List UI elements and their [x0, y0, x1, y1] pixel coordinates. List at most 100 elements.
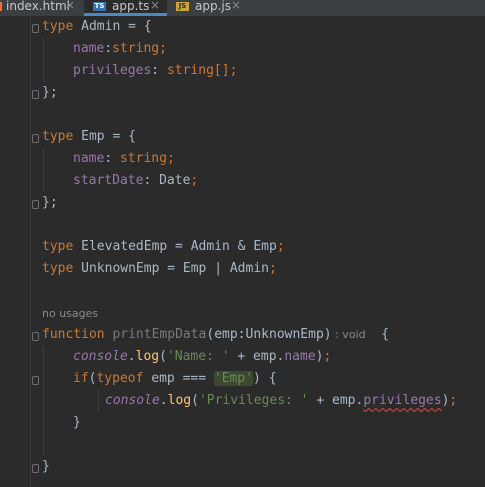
- punct: :: [143, 173, 160, 188]
- type-keyword: string: [119, 151, 167, 166]
- editor-tab-bar: index.html × TS app.ts × JS app.js ×: [0, 0, 485, 16]
- code-line: type Admin = {: [42, 16, 152, 38]
- paren: (: [159, 349, 167, 364]
- code-line: startDate: Date;: [73, 170, 198, 192]
- close-icon[interactable]: ×: [65, 0, 75, 11]
- code-line: console.log('Privileges: ' + emp.privile…: [105, 390, 457, 412]
- semicolon: ;: [268, 261, 277, 276]
- fold-marker-icon[interactable]: [32, 376, 39, 385]
- property-error: privileges: [363, 393, 442, 408]
- tab-index-html[interactable]: index.html ×: [0, 0, 76, 16]
- code-line: if(typeof emp === 'Emp') {: [73, 368, 277, 390]
- type-keyword: string: [112, 41, 160, 56]
- code-line: type Emp = {: [42, 126, 136, 148]
- code-line: }: [42, 456, 50, 478]
- fold-marker-icon[interactable]: [32, 464, 39, 473]
- semicolon: ;: [276, 239, 285, 254]
- closing-brace: }: [42, 459, 50, 474]
- string-literal: 'Name: ': [166, 349, 230, 364]
- gutter-divider: [30, 16, 31, 487]
- type-name: Admin = {: [73, 19, 152, 34]
- code-line: privileges: string[];: [73, 60, 237, 82]
- usages-hint[interactable]: no usages: [42, 305, 98, 323]
- keyword: function: [42, 327, 105, 342]
- fold-marker-icon[interactable]: [32, 24, 39, 33]
- code-line: type UnknownEmp = Emp | Admin;: [42, 258, 277, 280]
- property: startDate: [73, 173, 144, 188]
- code-line: type ElevatedEmp = Admin & Emp;: [42, 236, 285, 258]
- punct: :: [104, 41, 113, 56]
- type-name: Date: [159, 173, 191, 188]
- paren: ): [315, 349, 324, 364]
- punct: :: [104, 151, 120, 166]
- keyword: type: [42, 239, 74, 254]
- property: privileges: [73, 63, 152, 78]
- string-literal: 'Emp': [213, 371, 254, 386]
- keyword: if: [73, 371, 89, 386]
- dot: .: [127, 349, 136, 364]
- code-line: };: [42, 82, 58, 104]
- code-line: };: [42, 192, 58, 214]
- keyword: type: [42, 261, 74, 276]
- semicolon: ;: [190, 173, 199, 188]
- string-literal: 'Privileges: ': [198, 393, 309, 408]
- tab-label: app.ts: [112, 0, 150, 13]
- tab-label: index.html: [6, 0, 70, 13]
- fold-marker-icon[interactable]: [32, 332, 39, 341]
- keyword: type: [42, 19, 74, 34]
- method-name: log: [135, 349, 160, 364]
- method-name: log: [167, 393, 192, 408]
- paren: (: [191, 393, 199, 408]
- code-line: name: string;: [73, 148, 175, 170]
- fold-marker-icon[interactable]: [32, 90, 39, 99]
- indent-guide: [43, 148, 44, 192]
- semicolon: ;: [166, 151, 175, 166]
- property: name: [73, 151, 105, 166]
- code-line: console.log('Name: ' + emp.name);: [73, 346, 331, 368]
- code-line: }: [73, 412, 81, 434]
- close-icon[interactable]: ×: [150, 0, 160, 11]
- fold-marker-icon[interactable]: [32, 134, 39, 143]
- function-name: printEmpData: [104, 327, 207, 342]
- indent-guide: [98, 390, 99, 412]
- closing-brace: }: [73, 415, 81, 430]
- expression: + emp.: [229, 349, 285, 364]
- closing-brace: };: [42, 85, 58, 100]
- punct: :: [151, 63, 167, 78]
- tab-app-ts[interactable]: TS app.ts ×: [84, 0, 167, 16]
- html-file-icon: [0, 2, 2, 11]
- return-type-hint: : void: [331, 328, 366, 341]
- semicolon: ;: [159, 41, 167, 56]
- indent-guide: [43, 38, 44, 82]
- keyword: type: [42, 129, 74, 144]
- type-definition: ElevatedEmp = Admin & Emp: [73, 239, 277, 254]
- paren: ) {: [253, 371, 277, 386]
- console-object: console: [105, 393, 160, 408]
- tab-app-js[interactable]: JS app.js ×: [168, 0, 248, 16]
- js-file-icon: JS: [176, 2, 189, 11]
- fold-marker-icon[interactable]: [32, 200, 39, 209]
- ts-file-icon: TS: [93, 2, 106, 11]
- property: name: [284, 349, 316, 364]
- params: (emp:UnknownEmp): [206, 327, 332, 342]
- expression: + emp.: [308, 393, 364, 408]
- semicolon: ;: [229, 63, 238, 78]
- code-line: name:string;: [73, 38, 167, 60]
- tab-label: app.js: [195, 0, 231, 13]
- type-name: Emp = {: [73, 129, 136, 144]
- type-definition: UnknownEmp = Emp | Admin: [73, 261, 269, 276]
- console-object: console: [73, 349, 128, 364]
- closing-brace: };: [42, 195, 58, 210]
- code-editor[interactable]: type Admin = { name:string; privileges: …: [0, 16, 485, 487]
- expression: emp ===: [143, 371, 214, 386]
- property: name: [73, 41, 105, 56]
- semicolon: ;: [323, 349, 332, 364]
- close-icon[interactable]: ×: [231, 0, 241, 11]
- keyword: typeof: [96, 371, 144, 386]
- semicolon: ;: [449, 393, 458, 408]
- code-line: function printEmpData(emp:UnknownEmp) : …: [42, 324, 389, 346]
- open-brace: {: [365, 327, 390, 342]
- dot: .: [159, 393, 168, 408]
- type-keyword: string[]: [166, 63, 230, 78]
- indent-guide: [43, 346, 44, 456]
